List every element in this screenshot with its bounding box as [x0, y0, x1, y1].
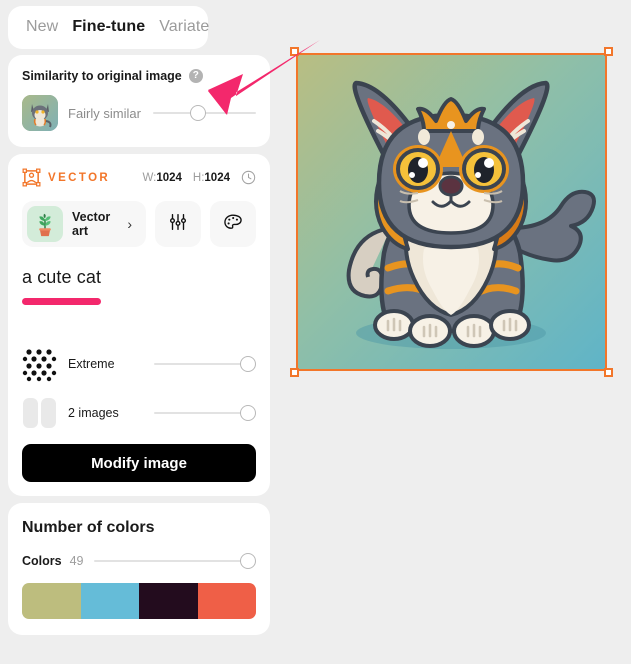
mode-tabs: New Fine-tune Variate — [8, 6, 209, 49]
similarity-slider-knob[interactable] — [190, 105, 207, 121]
tab-new[interactable]: New — [26, 18, 58, 36]
clock-icon[interactable] — [241, 170, 256, 185]
similarity-title: Similarity to original image — [22, 69, 182, 83]
settings-sliders-button[interactable] — [155, 201, 201, 247]
width-value: 1024 — [156, 171, 182, 184]
option-label-extreme: Extreme — [68, 357, 115, 371]
colors-slider-track — [93, 560, 256, 562]
prompt-area: a cute cat — [22, 267, 102, 305]
app-root: New Fine-tune Variate Similarity to orig… — [0, 0, 631, 664]
color-swatch-3[interactable] — [139, 583, 198, 619]
vector-header: VECTOR W:1024 H:1024 — [22, 168, 256, 187]
modify-image-button[interactable]: Modify image — [22, 444, 256, 482]
tab-fine-tune[interactable]: Fine-tune — [72, 18, 145, 36]
image-count-slider-knob[interactable] — [240, 405, 256, 421]
polka-dots-icon — [22, 346, 58, 382]
resize-handle-bottom-left[interactable] — [290, 368, 299, 377]
sliders-icon — [167, 211, 189, 238]
two-panels-icon — [22, 395, 58, 431]
colors-slider-knob[interactable] — [240, 553, 256, 569]
similarity-card: Similarity to original image ? Fairly si… — [8, 55, 270, 147]
similarity-value-label: Fairly similar — [68, 105, 141, 121]
colors-label: Colors — [22, 554, 62, 568]
resize-handle-top-right[interactable] — [604, 47, 613, 56]
height-value: 1024 — [204, 171, 230, 184]
colors-slider[interactable] — [93, 553, 256, 569]
color-swatch-2[interactable] — [80, 583, 139, 619]
color-palette-icon — [222, 211, 244, 238]
option-row-extreme: Extreme — [22, 346, 256, 382]
vector-nodes-icon — [22, 168, 41, 187]
original-image-thumbnail[interactable] — [22, 95, 58, 131]
number-of-colors-card: Number of colors Colors 49 — [8, 503, 270, 635]
color-palette-button[interactable] — [210, 201, 256, 247]
color-swatch-4[interactable] — [197, 583, 256, 619]
tab-variate[interactable]: Variate — [159, 18, 209, 36]
similarity-slider[interactable] — [152, 105, 256, 121]
option-row-image-count: 2 images — [22, 395, 256, 431]
prompt-highlight-underline — [22, 298, 102, 305]
extreme-slider-knob[interactable] — [240, 356, 256, 372]
help-circle-icon[interactable]: ? — [188, 69, 203, 83]
similarity-control-row: Fairly similar — [22, 95, 256, 131]
generation-options: Extreme 2 images Modify image — [22, 346, 256, 482]
color-swatch-1[interactable] — [22, 583, 81, 619]
colors-control-row: Colors 49 — [22, 553, 256, 569]
vector-card: VECTOR W:1024 H:1024 Vector art › a cute… — [8, 154, 270, 496]
potted-plant-icon — [27, 206, 63, 242]
colors-value: 49 — [69, 554, 84, 568]
style-selector-button[interactable]: Vector art › — [22, 201, 146, 247]
height-key: H: — [192, 171, 205, 184]
option-label-image-count: 2 images — [68, 406, 119, 420]
chevron-right-icon: › — [127, 216, 132, 232]
color-swatches — [22, 583, 256, 619]
image-selection[interactable] — [290, 47, 613, 377]
width-key: W: — [142, 171, 157, 184]
width-display: W:1024 — [142, 172, 181, 184]
resize-handle-bottom-right[interactable] — [604, 368, 613, 377]
height-display: H:1024 — [193, 172, 230, 184]
number-of-colors-title: Number of colors — [22, 519, 155, 536]
resize-handle-top-left[interactable] — [290, 47, 299, 56]
selection-frame — [296, 53, 607, 371]
prompt-input[interactable]: a cute cat — [22, 267, 101, 288]
left-panel: New Fine-tune Variate Similarity to orig… — [8, 6, 270, 635]
extreme-slider[interactable] — [154, 356, 256, 372]
image-count-slider[interactable] — [154, 405, 256, 421]
dimensions-group: W:1024 H:1024 — [142, 170, 256, 185]
similarity-header: Similarity to original image ? — [22, 69, 256, 83]
style-name-label: Vector art — [72, 210, 111, 238]
vector-label: VECTOR — [48, 171, 111, 184]
style-row: Vector art › — [22, 201, 256, 247]
